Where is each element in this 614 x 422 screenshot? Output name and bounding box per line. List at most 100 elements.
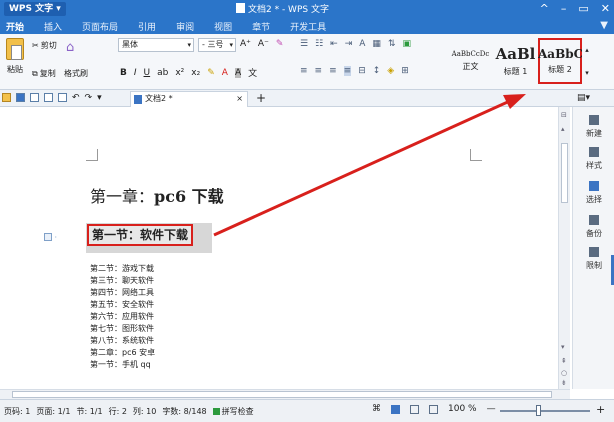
chevron-down-icon[interactable]: ▾ [97, 93, 102, 103]
scrollbar-thumb[interactable] [12, 391, 552, 398]
tab-page-layout[interactable]: 页面布局 [82, 20, 118, 33]
paragraph-marker[interactable]: · [44, 233, 57, 242]
shirt-skin-icon[interactable]: ▼ [600, 20, 608, 31]
collapse-ribbon-icon[interactable]: ^ [540, 1, 549, 17]
chevron-up-icon[interactable]: ▴ [561, 125, 565, 133]
prev-page-icon[interactable]: ⇞ [561, 357, 567, 365]
italic-button[interactable]: I [134, 68, 137, 78]
zoom-slider-handle[interactable] [536, 405, 541, 416]
cut-button[interactable]: ✂ 剪切 [32, 40, 57, 51]
strikethrough-icon[interactable]: ab [157, 68, 168, 78]
zoom-level[interactable]: 100 % [448, 404, 477, 414]
list-item[interactable]: 第八节：系统软件 [90, 335, 155, 347]
format-painter-icon[interactable]: ⌂ [66, 40, 74, 55]
zoom-slider[interactable] [500, 410, 590, 412]
ruler-toggle-icon[interactable]: ⊟ [561, 111, 567, 119]
scrollbar-thumb[interactable] [561, 143, 568, 203]
select-browse-icon[interactable]: ○ [561, 369, 567, 377]
format-painter-button[interactable]: 格式刷 [64, 68, 88, 79]
tab-home[interactable]: 开始 [6, 20, 24, 33]
font-size-select[interactable]: - 三号 ▾ [198, 38, 236, 52]
minimize-icon[interactable]: – [561, 1, 567, 17]
show-marks-icon[interactable]: ▣ [402, 39, 411, 49]
redo-icon[interactable]: ↷ [85, 93, 93, 103]
line-spacing-icon[interactable]: ↕ [373, 66, 381, 76]
copy-button[interactable]: ⧉ 复制 [32, 68, 56, 79]
bold-button[interactable]: B [120, 68, 127, 78]
document-canvas[interactable]: 第一章：pc6 下载 · 第一节：软件下载 第二节：游戏下载 第三节：聊天软件 … [0, 107, 556, 389]
tab-insert[interactable]: 插入 [44, 20, 62, 33]
tab-options-icon[interactable]: ▤▾ [577, 93, 590, 103]
underline-button[interactable]: U [144, 68, 151, 78]
export-pdf-icon[interactable] [30, 93, 39, 102]
superscript-icon[interactable]: x² [175, 68, 184, 78]
style-heading-2[interactable]: AaBbC 标题 2 [538, 38, 582, 84]
font-color-icon[interactable]: A [222, 68, 228, 78]
list-item[interactable]: 第五节：安全软件 [90, 299, 155, 311]
list-item[interactable]: 第七节：图形软件 [90, 323, 155, 335]
print-icon[interactable] [44, 93, 53, 102]
section-heading[interactable]: 第一节：软件下载 [87, 224, 194, 246]
tab-developer[interactable]: 开发工具 [290, 20, 326, 33]
zoom-out-button[interactable]: — [487, 404, 496, 414]
task-pane-select[interactable]: 选择 [573, 181, 614, 205]
open-folder-icon[interactable] [2, 93, 11, 102]
document-tab[interactable]: 文档2 * × [130, 91, 248, 107]
highlight-icon[interactable]: ✎ [207, 68, 215, 78]
borders-icon[interactable]: ⊞ [401, 66, 409, 76]
focus-mode-icon[interactable]: ⌘ [372, 404, 381, 414]
grow-font-button[interactable]: A⁺ [240, 39, 251, 49]
close-tab-icon[interactable]: × [236, 92, 243, 106]
clear-format-icon[interactable]: ✎ [276, 39, 284, 49]
outline-view-icon[interactable] [410, 404, 419, 414]
chevron-up-icon[interactable]: ▴ [585, 46, 589, 54]
task-pane-restrict[interactable]: 限制 [573, 247, 614, 271]
subscript-icon[interactable]: x₂ [191, 68, 200, 78]
shrink-font-button[interactable]: A⁻ [258, 39, 269, 49]
list-item[interactable]: 第六节：应用软件 [90, 311, 155, 323]
zoom-in-button[interactable]: + [596, 403, 605, 416]
list-item[interactable]: 第三节：聊天软件 [90, 275, 155, 287]
chinese-layout-icon[interactable]: A [359, 39, 365, 49]
web-view-icon[interactable] [429, 404, 438, 414]
table-icon[interactable]: ▦ [372, 39, 381, 49]
style-normal[interactable]: AaBbCcDc 正文 [448, 38, 493, 84]
align-center-icon[interactable]: ≡ [315, 66, 323, 76]
task-pane-backup[interactable]: 备份 [573, 215, 614, 239]
task-pane-new[interactable]: 新建 [573, 115, 614, 139]
shading-icon[interactable]: ◈ [387, 66, 394, 76]
spell-check-toggle[interactable]: 拼写检查 [212, 406, 254, 417]
status-page[interactable]: 页面: 1/1 [36, 406, 70, 417]
undo-icon[interactable]: ↶ [72, 93, 80, 103]
list-item[interactable]: 第一节：手机 qq [90, 359, 155, 371]
align-right-icon[interactable]: ≡ [329, 66, 337, 76]
numbering-icon[interactable]: ☷ [315, 39, 323, 49]
phonetic-icon[interactable]: 文 [248, 66, 257, 79]
chapter-heading[interactable]: 第一章：pc6 下载 [90, 183, 224, 207]
tab-chapter[interactable]: 章节 [252, 20, 270, 33]
status-word-count[interactable]: 字数: 8/148 [162, 406, 206, 417]
app-menu-button[interactable]: WPS 文字 ▾ [4, 2, 66, 16]
task-pane-styles[interactable]: 样式 [573, 147, 614, 171]
list-item[interactable]: 第四节：网络工具 [90, 287, 155, 299]
tab-review[interactable]: 审阅 [176, 20, 194, 33]
justify-icon[interactable]: ≡ [343, 66, 352, 76]
print-preview-icon[interactable] [58, 93, 67, 102]
distribute-icon[interactable]: ⊟ [358, 66, 366, 76]
save-icon[interactable] [16, 93, 25, 102]
sort-icon[interactable]: ⇅ [388, 39, 396, 49]
tab-view[interactable]: 视图 [214, 20, 232, 33]
page-view-icon[interactable] [391, 404, 400, 414]
vertical-scrollbar[interactable]: ⊟ ▴ ▾ ⇞ ○ ⇟ [558, 107, 570, 389]
horizontal-scrollbar[interactable] [0, 389, 570, 399]
decrease-indent-icon[interactable]: ⇤ [330, 39, 338, 49]
next-page-icon[interactable]: ⇟ [561, 379, 567, 387]
increase-indent-icon[interactable]: ⇥ [345, 39, 353, 49]
new-tab-button[interactable]: + [256, 90, 266, 106]
maximize-icon[interactable]: ▭ [578, 1, 588, 17]
bullets-icon[interactable]: ☰ [300, 39, 308, 49]
align-left-icon[interactable]: ≡ [300, 66, 308, 76]
chevron-down-icon[interactable]: ▾ [585, 69, 589, 77]
list-item[interactable]: 第二节：游戏下载 [90, 263, 155, 275]
font-name-select[interactable]: 黑体 ▾ [118, 38, 194, 52]
